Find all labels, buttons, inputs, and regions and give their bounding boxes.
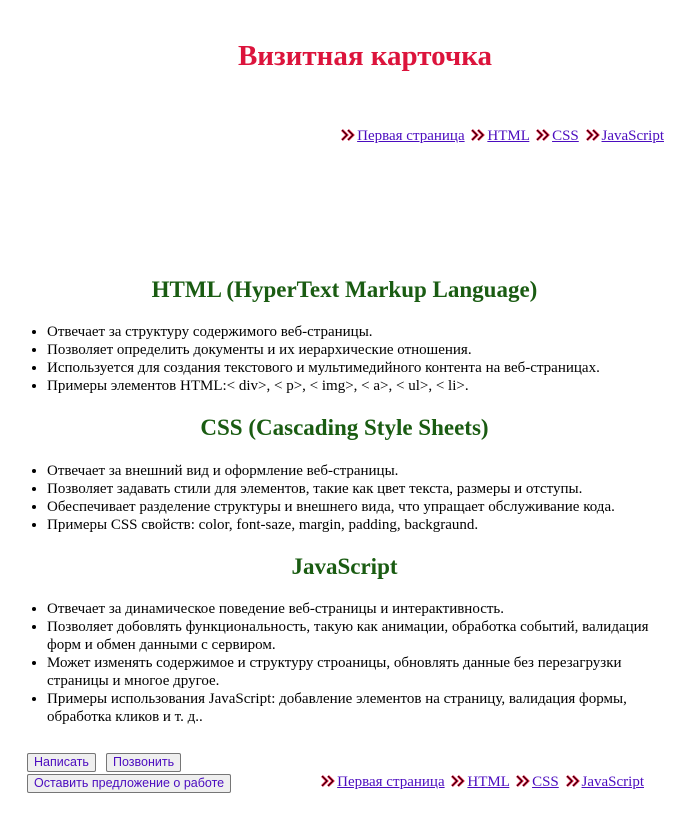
double-chevron-right-icon xyxy=(451,774,466,787)
list-item: Позволяет задавать стили для элементов, … xyxy=(47,480,670,498)
list-item: Позволяет добовлять функциональность, та… xyxy=(47,618,670,654)
html-facts-list: Отвечает за структуру содержимого веб-ст… xyxy=(0,323,670,395)
list-item: Обеспечивает разделение структуры и внеш… xyxy=(47,498,670,516)
call-button[interactable]: Позвонить xyxy=(106,753,182,772)
double-chevron-right-icon xyxy=(565,774,580,787)
list-item: Позволяет определить документы и их иера… xyxy=(47,341,670,359)
double-chevron-right-icon xyxy=(471,128,486,141)
nav-link-html[interactable]: HTML xyxy=(467,774,509,790)
job-offer-button[interactable]: Оставить предложение о работе xyxy=(27,774,232,793)
double-chevron-right-icon xyxy=(341,128,355,141)
list-item: Отвечает за динамическое поведение веб-с… xyxy=(47,600,670,618)
javascript-facts-list: Отвечает за динамическое поведение веб-с… xyxy=(0,600,670,726)
double-chevron-right-icon xyxy=(516,774,530,787)
nav-link-home[interactable]: Первая страница xyxy=(337,774,444,790)
list-item: Примеры использования JavaScript: добавл… xyxy=(47,690,670,726)
list-item: Примеры элементов HTML:< div>, < p>, < i… xyxy=(47,377,670,395)
double-chevron-right-icon xyxy=(585,128,600,141)
nav-link-html[interactable]: HTML xyxy=(487,128,529,144)
nav-link-home[interactable]: Первая страница xyxy=(357,128,464,144)
list-item: Используется для создания текстового и м… xyxy=(47,359,670,377)
top-nav: Первая страница HTML CSS JavaScript xyxy=(341,127,664,145)
section-heading-css: CSS (Cascading Style Sheets) xyxy=(200,415,489,440)
write-button[interactable]: Написать xyxy=(27,753,96,772)
bottom-nav: Первая страница HTML CSS JavaScript xyxy=(321,773,644,791)
section-heading-javascript: JavaScript xyxy=(291,554,398,579)
double-chevron-right-icon xyxy=(536,128,550,141)
page-title: Визитная карточка xyxy=(237,40,493,72)
list-item: Примеры CSS свойств: color, font-saze, m… xyxy=(47,516,670,534)
double-chevron-right-icon xyxy=(321,774,335,787)
list-item: Отвечает за внешний вид и оформление веб… xyxy=(47,462,670,480)
section-heading-html: HTML (HyperText Markup Language) xyxy=(151,277,538,302)
nav-link-css[interactable]: CSS xyxy=(532,774,559,790)
nav-link-javascript[interactable]: JavaScript xyxy=(602,128,664,144)
list-item: Отвечает за структуру содержимого веб-ст… xyxy=(47,323,670,341)
nav-link-javascript[interactable]: JavaScript xyxy=(582,774,644,790)
list-item: Может изменять содержимое и структуру ст… xyxy=(47,654,670,690)
nav-link-css[interactable]: CSS xyxy=(552,128,579,144)
css-facts-list: Отвечает за внешний вид и оформление веб… xyxy=(0,462,670,534)
